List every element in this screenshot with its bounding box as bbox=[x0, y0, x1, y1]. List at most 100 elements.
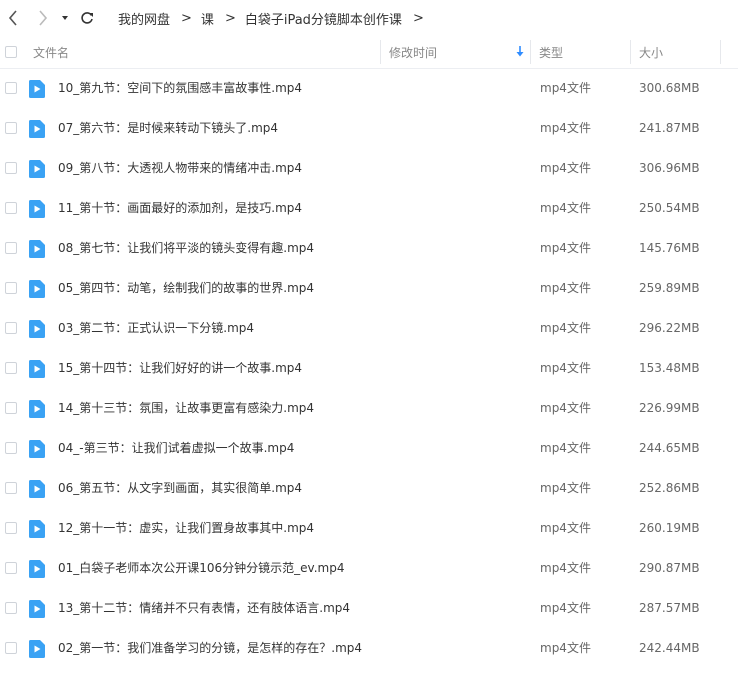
file-type: mp4文件 bbox=[540, 481, 591, 495]
file-name: 15_第十四节：让我们好好的讲一个故事.mp4 bbox=[58, 361, 303, 375]
row-checkbox[interactable] bbox=[5, 642, 17, 654]
file-size: 241.87MB bbox=[639, 121, 700, 135]
file-row[interactable]: 10_第九节：空间下的氛围感丰富故事性.mp4 mp4文件 300.68MB bbox=[0, 68, 738, 108]
video-file-icon bbox=[29, 80, 45, 98]
row-checkbox[interactable] bbox=[5, 362, 17, 374]
breadcrumb-item-current[interactable]: 白袋子iPad分镜脚本创作课 bbox=[245, 9, 402, 28]
row-checkbox[interactable] bbox=[5, 122, 17, 134]
file-row[interactable]: 13_第十二节：情绪并不只有表情，还有肢体语言.mp4 mp4文件 287.57MB bbox=[0, 588, 738, 628]
video-file-icon bbox=[29, 640, 45, 658]
history-dropdown-button[interactable] bbox=[58, 6, 72, 30]
file-type: mp4文件 bbox=[540, 281, 591, 295]
file-name: 05_第四节：动笔，绘制我们的故事的世界.mp4 bbox=[58, 281, 315, 295]
file-row[interactable]: 05_第四节：动笔，绘制我们的故事的世界.mp4 mp4文件 259.89MB bbox=[0, 268, 738, 308]
row-checkbox[interactable] bbox=[5, 522, 17, 534]
row-checkbox[interactable] bbox=[5, 562, 17, 574]
file-size: 296.22MB bbox=[639, 321, 700, 335]
file-row[interactable]: 11_第十节：画面最好的添加剂，是技巧.mp4 mp4文件 250.54MB bbox=[0, 188, 738, 228]
column-header-type[interactable]: 类型 bbox=[539, 36, 563, 68]
breadcrumb-separator: > bbox=[181, 10, 192, 26]
file-name: 06_第五节：从文字到画面，其实很简单.mp4 bbox=[58, 481, 303, 495]
file-type: mp4文件 bbox=[540, 641, 591, 655]
column-header-size[interactable]: 大小 bbox=[639, 36, 663, 68]
file-row[interactable]: 14_第十三节：氛围，让故事更富有感染力.mp4 mp4文件 226.99MB bbox=[0, 388, 738, 428]
file-name: 11_第十节：画面最好的添加剂，是技巧.mp4 bbox=[58, 201, 303, 215]
row-checkbox[interactable] bbox=[5, 442, 17, 454]
triangle-down-icon bbox=[61, 14, 69, 22]
file-row[interactable]: 07_第六节：是时候来转动下镜头了.mp4 mp4文件 241.87MB bbox=[0, 108, 738, 148]
file-size: 244.65MB bbox=[639, 441, 700, 455]
video-file-icon bbox=[29, 160, 45, 178]
row-checkbox[interactable] bbox=[5, 282, 17, 294]
row-checkbox[interactable] bbox=[5, 482, 17, 494]
file-type: mp4文件 bbox=[540, 121, 591, 135]
row-checkbox[interactable] bbox=[5, 162, 17, 174]
file-size: 226.99MB bbox=[639, 401, 700, 415]
back-button[interactable] bbox=[4, 6, 22, 30]
column-divider[interactable] bbox=[530, 40, 531, 64]
file-name: 01_白袋子老师本次公开课106分钟分镜示范_ev.mp4 bbox=[58, 561, 345, 575]
column-divider[interactable] bbox=[380, 40, 381, 64]
row-checkbox[interactable] bbox=[5, 242, 17, 254]
file-type: mp4文件 bbox=[540, 521, 591, 535]
select-all-checkbox[interactable] bbox=[5, 46, 17, 58]
file-type: mp4文件 bbox=[540, 201, 591, 215]
video-file-icon bbox=[29, 400, 45, 418]
file-name: 08_第七节：让我们将平淡的镜头变得有趣.mp4 bbox=[58, 241, 315, 255]
video-file-icon bbox=[29, 560, 45, 578]
file-row[interactable]: 03_第二节：正式认识一下分镜.mp4 mp4文件 296.22MB bbox=[0, 308, 738, 348]
file-row[interactable]: 15_第十四节：让我们好好的讲一个故事.mp4 mp4文件 153.48MB bbox=[0, 348, 738, 388]
file-type: mp4文件 bbox=[540, 81, 591, 95]
file-type: mp4文件 bbox=[540, 601, 591, 615]
file-size: 287.57MB bbox=[639, 601, 700, 615]
file-type: mp4文件 bbox=[540, 441, 591, 455]
breadcrumb: 我的网盘 > 课 > 白袋子iPad分镜脚本创作课 > bbox=[118, 0, 433, 36]
video-file-icon bbox=[29, 600, 45, 618]
row-checkbox[interactable] bbox=[5, 82, 17, 94]
video-file-icon bbox=[29, 240, 45, 258]
file-name: 07_第六节：是时候来转动下镜头了.mp4 bbox=[58, 121, 279, 135]
forward-button[interactable] bbox=[34, 6, 52, 30]
file-size: 145.76MB bbox=[639, 241, 700, 255]
column-header-name[interactable]: 文件名 bbox=[33, 36, 69, 68]
row-checkbox[interactable] bbox=[5, 202, 17, 214]
file-type: mp4文件 bbox=[540, 561, 591, 575]
video-file-icon bbox=[29, 280, 45, 298]
video-file-icon bbox=[29, 200, 45, 218]
video-file-icon bbox=[29, 440, 45, 458]
file-type: mp4文件 bbox=[540, 241, 591, 255]
video-file-icon bbox=[29, 480, 45, 498]
file-row[interactable]: 02_第一节：我们准备学习的分镜，是怎样的存在？.mp4 mp4文件 242.44M… bbox=[0, 628, 738, 668]
file-size: 259.89MB bbox=[639, 281, 700, 295]
file-name: 02_第一节：我们准备学习的分镜，是怎样的存在？.mp4 bbox=[58, 641, 363, 655]
file-size: 153.48MB bbox=[639, 361, 700, 375]
file-name: 12_第十一节：虚实，让我们置身故事其中.mp4 bbox=[58, 521, 315, 535]
file-size: 250.54MB bbox=[639, 201, 700, 215]
file-type: mp4文件 bbox=[540, 401, 591, 415]
file-row[interactable]: 06_第五节：从文字到画面，其实很简单.mp4 mp4文件 252.86MB bbox=[0, 468, 738, 508]
row-checkbox[interactable] bbox=[5, 602, 17, 614]
file-list-header: 文件名 修改时间 类型 大小 bbox=[0, 36, 738, 69]
file-row[interactable]: 08_第七节：让我们将平淡的镜头变得有趣.mp4 mp4文件 145.76MB bbox=[0, 228, 738, 268]
video-file-icon bbox=[29, 320, 45, 338]
column-divider[interactable] bbox=[720, 40, 721, 64]
breadcrumb-item-root[interactable]: 我的网盘 bbox=[118, 9, 170, 28]
breadcrumb-item-course[interactable]: 课 bbox=[201, 9, 214, 28]
column-divider[interactable] bbox=[630, 40, 631, 64]
file-type: mp4文件 bbox=[540, 161, 591, 175]
breadcrumb-separator: > bbox=[224, 10, 236, 26]
row-checkbox[interactable] bbox=[5, 322, 17, 334]
file-size: 306.96MB bbox=[639, 161, 700, 175]
toolbar: 我的网盘 > 课 > 白袋子iPad分镜脚本创作课 > bbox=[0, 0, 738, 36]
file-row[interactable]: 12_第十一节：虚实，让我们置身故事其中.mp4 mp4文件 260.19MB bbox=[0, 508, 738, 548]
row-checkbox[interactable] bbox=[5, 402, 17, 414]
file-row[interactable]: 09_第八节：大透视人物带来的情绪冲击.mp4 mp4文件 306.96MB bbox=[0, 148, 738, 188]
file-row[interactable]: 04_-第三节：让我们试着虚拟一个故事.mp4 mp4文件 244.65MB bbox=[0, 428, 738, 468]
refresh-button[interactable] bbox=[78, 6, 96, 30]
arrow-down-icon[interactable] bbox=[516, 46, 524, 60]
column-header-modified[interactable]: 修改时间 bbox=[389, 36, 437, 68]
video-file-icon bbox=[29, 520, 45, 538]
video-file-icon bbox=[29, 120, 45, 138]
file-row[interactable]: 01_白袋子老师本次公开课106分钟分镜示范_ev.mp4 mp4文件 290.87… bbox=[0, 548, 738, 588]
file-size: 260.19MB bbox=[639, 521, 700, 535]
